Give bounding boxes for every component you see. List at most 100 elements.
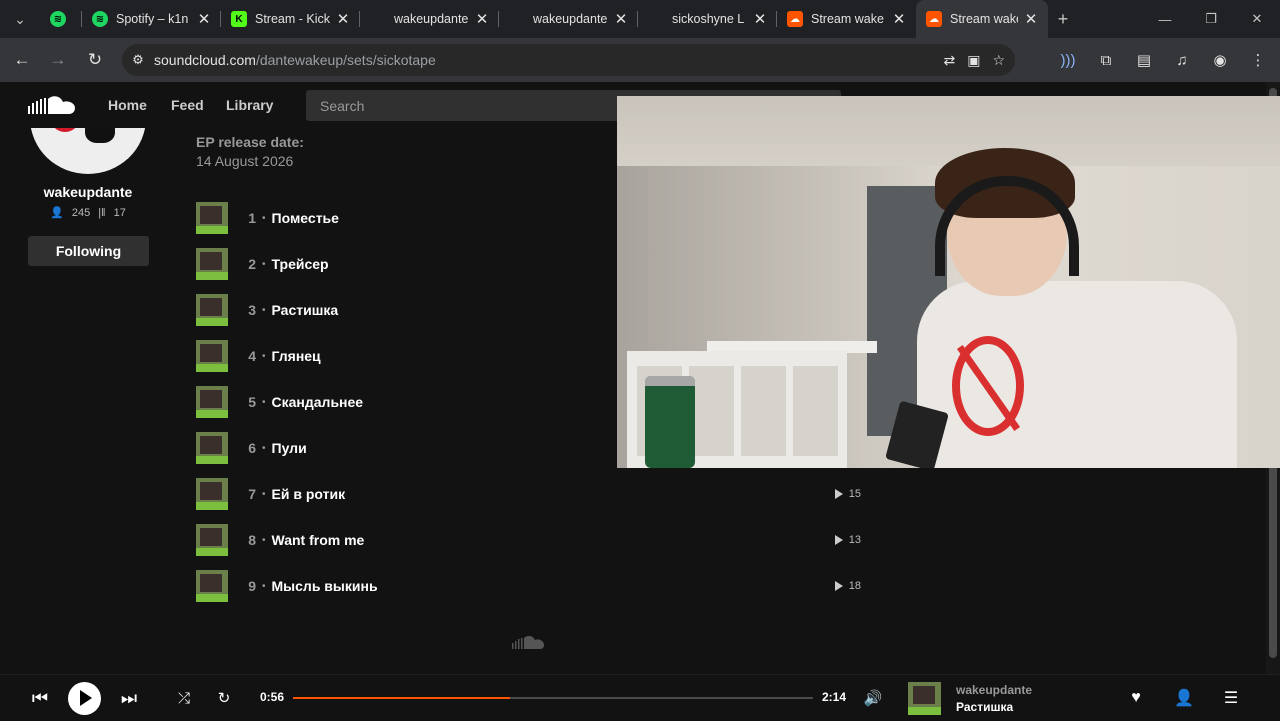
track-row[interactable]: 9 • Мысль выкинь 18	[196, 563, 866, 609]
close-window-icon[interactable]: ✕	[1234, 0, 1280, 38]
next-track-icon[interactable]: ⏭	[117, 675, 141, 721]
tab-wakeupdante-1[interactable]: wakeupdante ✕	[360, 0, 499, 38]
tab-close-icon[interactable]: ✕	[1024, 10, 1038, 28]
track-artwork[interactable]	[196, 478, 228, 510]
track-title[interactable]: Глянец	[272, 348, 321, 364]
following-button[interactable]: Following	[28, 236, 149, 266]
separator-dot: •	[262, 396, 266, 408]
soundcloud-icon: ☁	[787, 11, 803, 27]
new-tab-icon[interactable]: +	[1048, 0, 1078, 38]
tab-close-icon[interactable]: ✕	[336, 10, 350, 28]
media-controls-icon[interactable]: ♫	[1168, 52, 1196, 69]
video-ceiling	[617, 96, 1280, 166]
profile-stats: 👤 245 |‖ 17	[28, 206, 148, 220]
address-bar[interactable]: ⚙ soundcloud.com/dantewakeup/sets/sickot…	[122, 44, 1015, 76]
followers-icon: 👤	[50, 207, 64, 219]
separator-dot: •	[262, 534, 266, 546]
track-artwork[interactable]	[196, 248, 228, 280]
site-info-icon[interactable]: ⚙	[122, 52, 154, 68]
queue-icon[interactable]: ☰	[1220, 675, 1242, 721]
spotify-icon: ≋	[50, 11, 66, 27]
minimize-icon[interactable]: —	[1142, 0, 1188, 38]
track-number: 3	[248, 302, 256, 318]
tab-close-icon[interactable]: ✕	[197, 10, 211, 28]
restore-icon[interactable]: ❐	[1188, 0, 1234, 38]
profile-username[interactable]: wakeupdante	[28, 184, 148, 200]
track-row[interactable]: 8 • Want from me 13	[196, 517, 866, 563]
track-title[interactable]: Скандальнее	[272, 394, 364, 410]
shuffle-icon[interactable]: ⤮	[174, 675, 194, 721]
bookmark-star-icon[interactable]: ☆	[992, 52, 1005, 69]
now-playing-artist[interactable]: wakeupdante	[956, 683, 1032, 697]
track-title[interactable]: Ей в ротик	[272, 486, 346, 502]
player-bar: ⏮ ⏭ ⤮ ↻ 0:56 2:14 🔊 wakeupdante Растишка…	[0, 674, 1280, 720]
extension-icon[interactable]: )))	[1054, 52, 1082, 69]
puzzle-extensions-icon[interactable]: ⧉	[1092, 52, 1120, 69]
tab-title: Stream wake	[811, 12, 884, 26]
repeat-icon[interactable]: ↻	[214, 675, 234, 721]
like-heart-icon[interactable]: ♥	[1126, 675, 1146, 721]
following-user-icon[interactable]: 👤	[1173, 675, 1195, 721]
nav-home[interactable]: Home	[108, 82, 147, 128]
back-arrow-icon[interactable]: ←	[4, 42, 40, 78]
soundcloud-logo-icon[interactable]	[28, 94, 78, 116]
track-title[interactable]: Want from me	[272, 532, 365, 548]
release-date: 14 August 2026	[196, 153, 294, 169]
tab-stream-wake-active[interactable]: ☁ Stream wake ✕	[916, 0, 1048, 38]
elapsed-time: 0:56	[260, 690, 285, 704]
play-button[interactable]	[67, 675, 101, 721]
tab-kick[interactable]: K Stream - Kick ✕	[221, 0, 360, 38]
tab-wakeupdante-2[interactable]: wakeupdante ✕	[499, 0, 638, 38]
tab-stream-wake-1[interactable]: ☁ Stream wake ✕	[777, 0, 916, 38]
nav-library[interactable]: Library	[226, 82, 273, 128]
track-row[interactable]: 7 • Ей в ротик 15	[196, 471, 866, 517]
tab-close-icon[interactable]: ✕	[753, 10, 767, 28]
reload-icon[interactable]: ↻	[77, 42, 113, 78]
cast-icon[interactable]: ▣	[967, 52, 980, 69]
picture-in-picture-video[interactable]	[617, 96, 1280, 468]
track-artwork[interactable]	[196, 432, 228, 464]
now-playing-title[interactable]: Растишка	[956, 700, 1013, 714]
nav-feed[interactable]: Feed	[171, 82, 204, 128]
side-panel-icon[interactable]: ▤	[1130, 51, 1158, 69]
volume-icon[interactable]: 🔊	[862, 675, 884, 721]
tab-spotify[interactable]: ≋ Spotify – k1n ✕	[82, 0, 221, 38]
track-artwork[interactable]	[196, 524, 228, 556]
url-text[interactable]: soundcloud.com/dantewakeup/sets/sickotap…	[154, 52, 436, 68]
now-playing-artwork[interactable]	[908, 682, 941, 715]
track-artwork[interactable]	[196, 386, 228, 418]
translate-icon[interactable]: ⇄	[943, 52, 955, 69]
previous-track-icon[interactable]: ⏮	[28, 675, 52, 721]
shelf-cell	[689, 366, 734, 456]
forward-arrow-icon[interactable]: →	[40, 42, 76, 78]
track-title[interactable]: Пули	[272, 440, 307, 456]
track-title[interactable]: Трейсер	[272, 256, 329, 272]
url-path: /dantewakeup/sets/sickotape	[255, 52, 436, 68]
track-title[interactable]: Растишка	[272, 302, 339, 318]
track-number: 6	[248, 440, 256, 456]
track-artwork[interactable]	[196, 294, 228, 326]
tab-search-chevron-icon[interactable]: ⌄	[0, 0, 40, 38]
profile-avatar-icon[interactable]: ◉	[1206, 51, 1234, 69]
tab-sickoshyne[interactable]: sickoshyne L ✕	[638, 0, 777, 38]
track-artwork[interactable]	[196, 340, 228, 372]
separator-dot: •	[262, 212, 266, 224]
progress-bar[interactable]	[293, 697, 813, 699]
tab-close-icon[interactable]: ✕	[892, 10, 906, 28]
tracks-count[interactable]: 17	[114, 207, 126, 219]
track-artwork[interactable]	[196, 202, 228, 234]
followers-count[interactable]: 245	[72, 207, 90, 219]
track-number: 2	[248, 256, 256, 272]
tab-strip: ⌄ ≋ ≋ Spotify – k1n ✕ K Stream - Kick ✕ …	[0, 0, 1280, 38]
track-number: 7	[248, 486, 256, 502]
tab-close-icon[interactable]: ✕	[475, 10, 489, 28]
kick-icon: K	[231, 11, 247, 27]
track-title[interactable]: Поместье	[272, 210, 339, 226]
tab-close-icon[interactable]: ✕	[614, 10, 628, 28]
play-count: 18	[834, 580, 861, 592]
track-artwork[interactable]	[196, 570, 228, 602]
more-menu-icon[interactable]: ⋮	[1244, 51, 1272, 69]
tab-title: Spotify – k1n	[116, 12, 189, 26]
track-title[interactable]: Мысль выкинь	[272, 578, 378, 594]
tab-pinned[interactable]: ≋	[40, 0, 82, 38]
